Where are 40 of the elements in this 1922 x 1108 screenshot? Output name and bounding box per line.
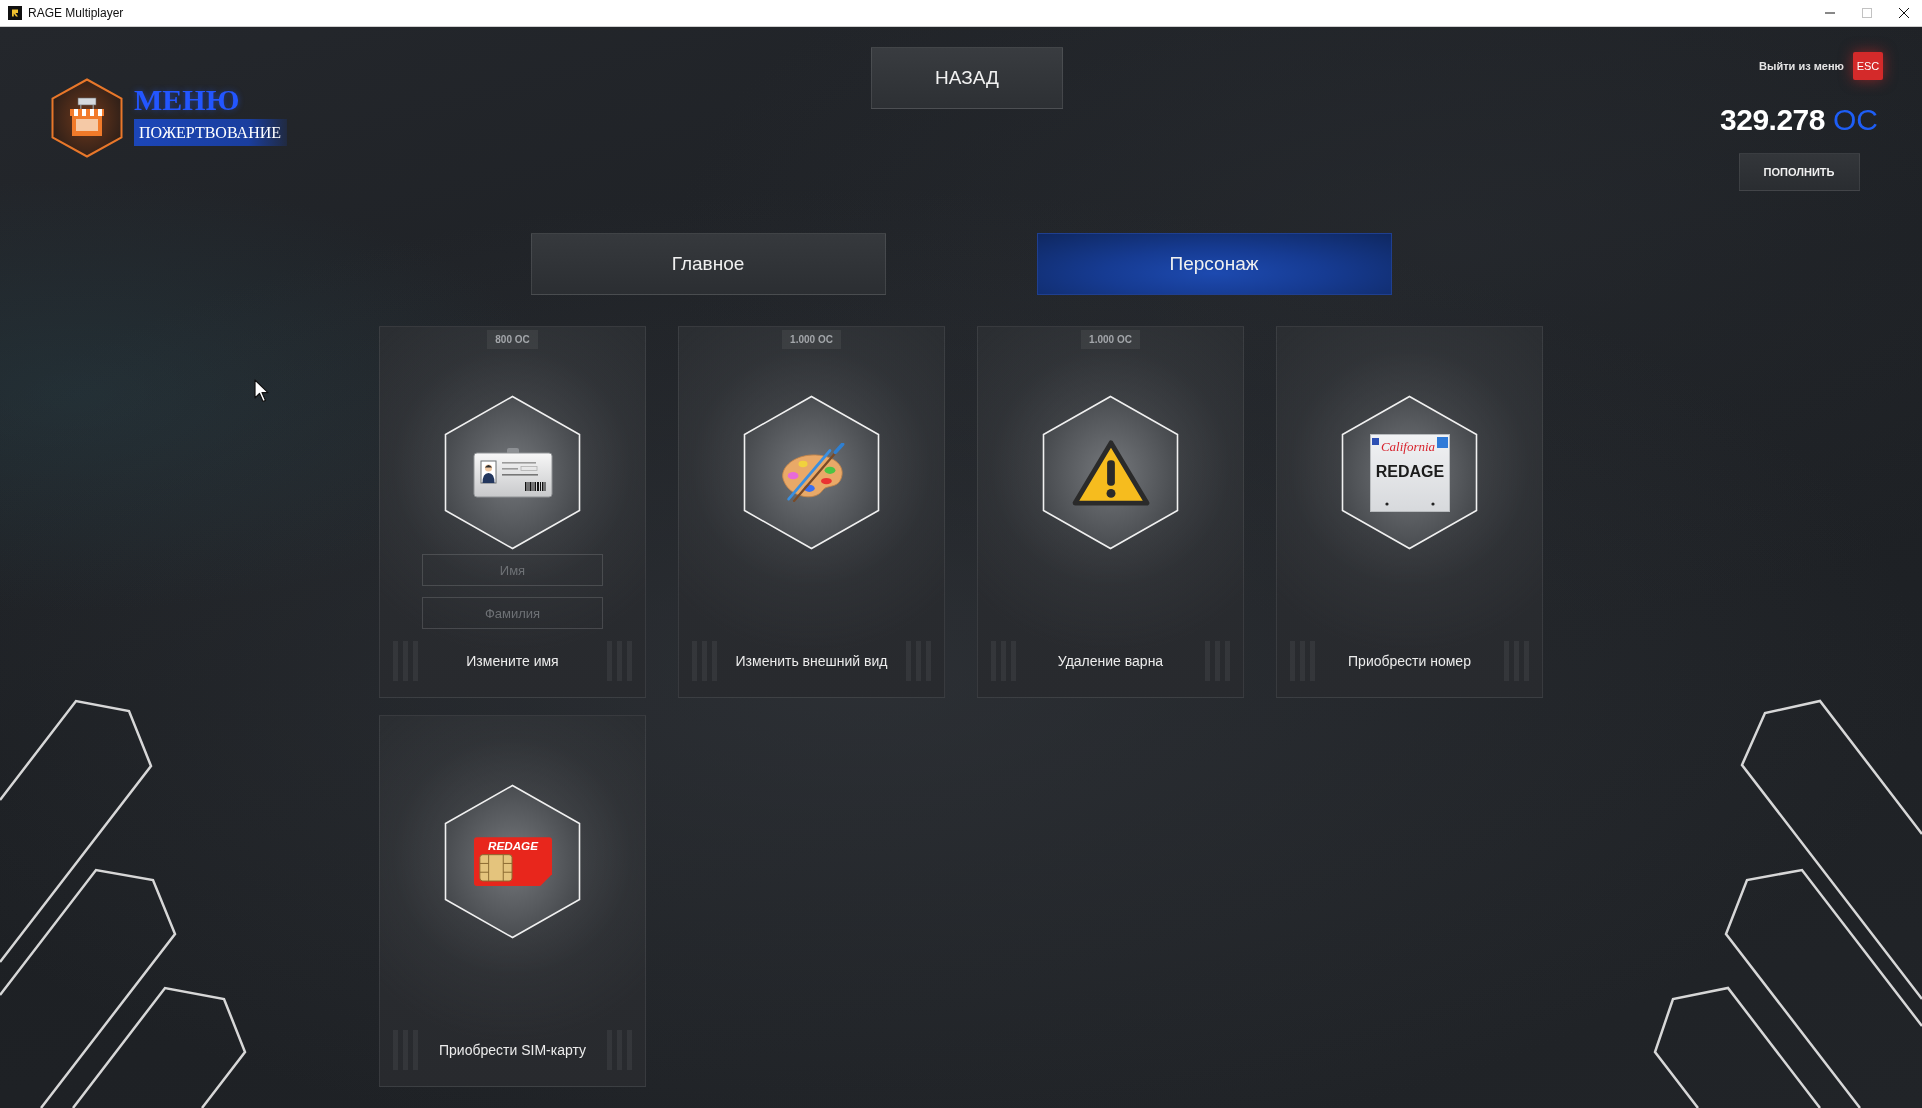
item-title: Измените имя (466, 653, 559, 669)
item-card[interactable]: 1.000 OC Удаление варна (977, 326, 1244, 698)
back-button[interactable]: НАЗАД (871, 47, 1063, 109)
category-tab[interactable]: Главное (530, 233, 886, 295)
item-title: Приобрести SIM-карту (439, 1042, 586, 1058)
price-tag: 800 OC (487, 330, 538, 349)
menu-title: МЕНЮ (134, 84, 240, 116)
id-card-icon (472, 447, 553, 498)
mouse-cursor-icon (254, 379, 269, 403)
app-icon (8, 6, 22, 20)
top-up-button[interactable]: ПОПОЛНИТЬ (1738, 153, 1860, 191)
price-tag: 1.000 OC (782, 330, 841, 349)
close-icon (1898, 8, 1909, 18)
registration-sticker-icon (1371, 437, 1379, 445)
sim-brand-name: REDAGE (487, 838, 538, 852)
item-card[interactable]: 800 OC Имя Фамилия Измените имя (379, 326, 646, 698)
balance-amount: 329.278 (1720, 102, 1825, 138)
item-title: Приобрести номер (1348, 653, 1471, 669)
maximize-icon (1861, 8, 1872, 18)
menu-subtitle: ПОЖЕРТВОВАНИЕ (134, 119, 287, 146)
price-tag: 1.000 OC (1081, 330, 1140, 349)
plate-number: REDAGE (1375, 462, 1444, 480)
item-title: Изменить внешний вид (735, 653, 888, 669)
bolt-hole-icon (1384, 501, 1389, 506)
sim-chip-icon (478, 854, 512, 882)
item-card[interactable]: 1.000 OC Изменить внешний вид (678, 326, 945, 698)
window-title: RAGE Multiplayer (28, 6, 124, 20)
shop-stall-logo-icon (51, 78, 123, 158)
balance-currency: OC (1833, 102, 1878, 138)
plate-state-name: California (1380, 438, 1435, 454)
category-tab[interactable]: Персонаж (1036, 233, 1392, 295)
item-card[interactable]: California REDAGE Приобрести номер (1276, 326, 1543, 698)
warning-icon (1071, 438, 1150, 507)
exit-menu-label: Выйти из меню (1759, 60, 1844, 72)
bolt-hole-icon (1430, 501, 1435, 506)
item-title: Удаление варна (1057, 653, 1164, 669)
esc-key-button[interactable]: ESC (1853, 52, 1883, 80)
registration-sticker-icon (1436, 436, 1448, 448)
item-card[interactable]: REDAGE Приобрести SIM-карту (379, 715, 646, 1087)
minimize-icon (1824, 12, 1835, 14)
